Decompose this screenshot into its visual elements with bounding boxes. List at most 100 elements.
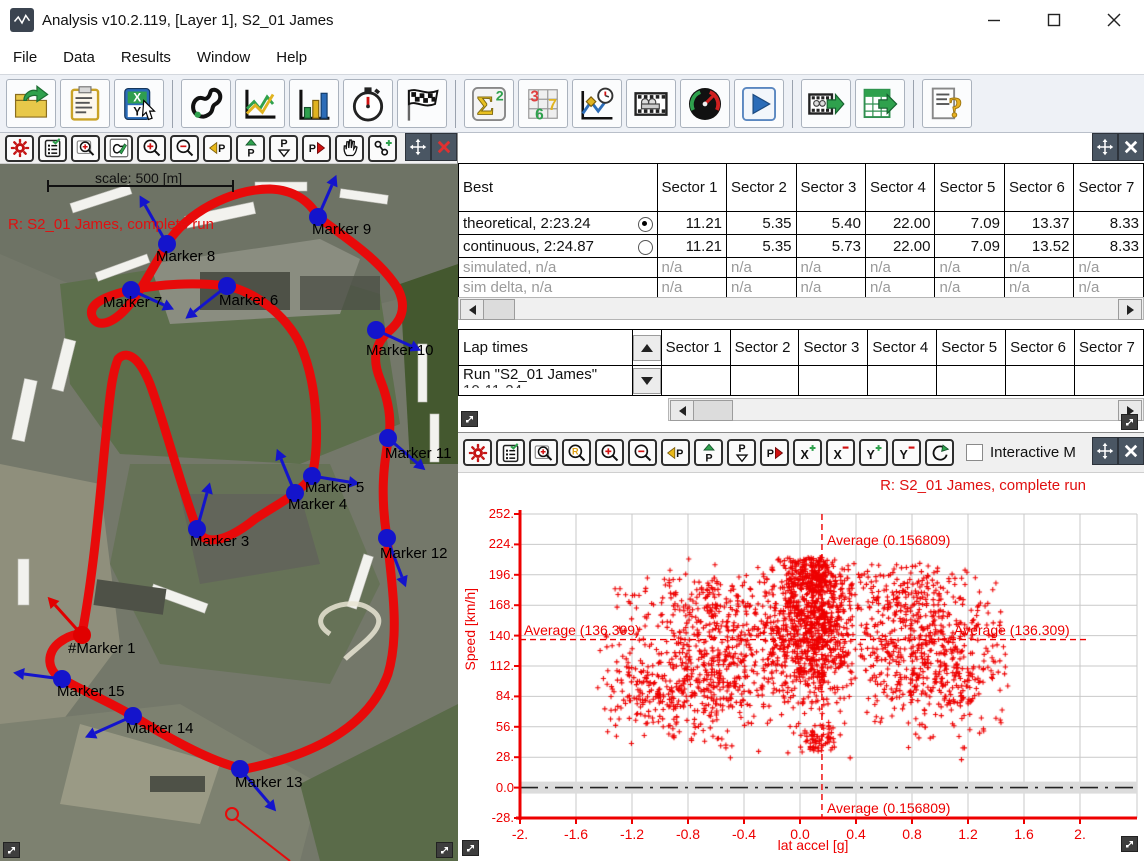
menu-results[interactable]: Results <box>108 43 184 72</box>
sector-value: 11.21 <box>657 235 726 258</box>
column-header: Sector 6 <box>1004 164 1073 212</box>
scroll-thumb[interactable] <box>483 299 515 320</box>
stopwatch-button[interactable] <box>343 79 393 128</box>
zoom-out-button[interactable] <box>628 439 657 466</box>
video-export-button[interactable] <box>801 79 851 128</box>
move-panel-button[interactable] <box>1092 437 1118 465</box>
y-tick-label: 140. <box>468 628 514 643</box>
toolbar-separator <box>172 80 173 128</box>
y-tick-label: 224. <box>468 536 514 551</box>
gear-icon <box>10 138 30 158</box>
scroll-thumb[interactable] <box>693 400 733 421</box>
close-button[interactable] <box>1084 0 1144 40</box>
close-panel-button[interactable] <box>431 133 457 161</box>
gear-button[interactable] <box>5 135 34 162</box>
minimize-button[interactable] <box>964 0 1024 40</box>
resize-grip-icon[interactable] <box>436 842 453 858</box>
p-next-button[interactable] <box>302 135 331 162</box>
add-node-button[interactable] <box>368 135 397 162</box>
y-minus-button[interactable] <box>892 439 921 466</box>
maximize-button[interactable] <box>1024 0 1084 40</box>
close-panel-button[interactable] <box>1118 437 1144 465</box>
main-toolbar <box>0 74 1144 133</box>
options-button[interactable] <box>496 439 525 466</box>
lap-sector-cell <box>1006 366 1075 396</box>
scroll-left-button[interactable] <box>670 400 694 421</box>
gear-button[interactable] <box>463 439 492 466</box>
bar-chart-button[interactable] <box>289 79 339 128</box>
sector-value: 5.35 <box>727 235 796 258</box>
track-button[interactable] <box>181 79 231 128</box>
help-button[interactable] <box>922 79 972 128</box>
hand-icon <box>340 138 360 158</box>
zoom-out-button[interactable] <box>170 135 199 162</box>
xy-measure-button[interactable] <box>114 79 164 128</box>
p-prev-button[interactable] <box>203 135 232 162</box>
menu-help[interactable]: Help <box>263 43 320 72</box>
sigma-button[interactable] <box>464 79 514 128</box>
horizontal-scrollbar[interactable] <box>668 398 1144 421</box>
y-plus-button[interactable] <box>859 439 888 466</box>
open-file-button[interactable] <box>6 79 56 128</box>
menu-file[interactable]: File <box>0 43 50 72</box>
scatter-points[interactable] <box>520 514 1137 818</box>
scroll-left-button[interactable] <box>460 299 484 320</box>
time-graph-button[interactable] <box>572 79 622 128</box>
res-grip-icon[interactable] <box>3 842 20 858</box>
video-button[interactable] <box>626 79 676 128</box>
x-average-label-top: Average (0.156809) <box>827 532 951 548</box>
resize-grip-icon[interactable] <box>461 411 478 427</box>
run-row-label[interactable]: Run "S2_01 James"10-11-24 <box>459 366 633 396</box>
zoom-in-button[interactable] <box>137 135 166 162</box>
x-tick-label: -1.2 <box>610 826 654 842</box>
move-panel-button[interactable] <box>405 133 431 161</box>
zoom-r-button[interactable] <box>562 439 591 466</box>
radio-selected[interactable] <box>638 217 653 232</box>
menu-window[interactable]: Window <box>184 43 263 72</box>
table-export-button[interactable] <box>855 79 905 128</box>
close-red-icon <box>435 138 453 156</box>
row-label[interactable]: continuous, 2:24.87 <box>459 235 658 258</box>
line-graph-button[interactable] <box>235 79 285 128</box>
p-prev-button[interactable] <box>661 439 690 466</box>
zoom-in-button[interactable] <box>595 439 624 466</box>
p-next-button[interactable] <box>760 439 789 466</box>
zoom-region-button[interactable] <box>529 439 558 466</box>
p-up-button[interactable] <box>236 135 265 162</box>
options-button[interactable] <box>38 135 67 162</box>
move-panel-button[interactable] <box>1092 133 1118 161</box>
map-toolbar <box>0 133 457 164</box>
scroll-right-button[interactable] <box>1118 299 1142 320</box>
resize-grip-icon[interactable] <box>1121 414 1138 430</box>
row-label[interactable]: theoretical, 2:23.24 <box>459 212 658 235</box>
radio-unselected[interactable] <box>638 240 653 255</box>
row-label[interactable]: simulated, n/a <box>459 258 658 278</box>
interactive-checkbox[interactable] <box>966 444 983 461</box>
flag-button[interactable] <box>397 79 447 128</box>
p-down-button[interactable] <box>269 135 298 162</box>
lap-scroll-down-button[interactable] <box>633 368 661 394</box>
hand-button[interactable] <box>335 135 364 162</box>
row-label[interactable]: sim delta, n/a <box>459 278 658 298</box>
options-icon <box>501 443 521 463</box>
play-button[interactable] <box>734 79 784 128</box>
zoom-region-button[interactable] <box>71 135 100 162</box>
track-edit-button[interactable] <box>104 135 133 162</box>
p-up-button[interactable] <box>694 439 723 466</box>
horizontal-scrollbar[interactable] <box>458 297 1144 320</box>
x-plus-button[interactable] <box>793 439 822 466</box>
report-button[interactable] <box>60 79 110 128</box>
resize-grip-icon[interactable] <box>1121 836 1138 852</box>
track-map[interactable]: #Marker 1Marker 3Marker 4Marker 5Marker … <box>0 164 458 861</box>
resize-grip-icon[interactable] <box>462 840 479 856</box>
lap-sector-cell <box>1075 366 1144 396</box>
x-minus-button[interactable] <box>826 439 855 466</box>
lap-scroll-up-button[interactable] <box>633 335 661 361</box>
undo-button[interactable] <box>925 439 954 466</box>
gauge-button[interactable] <box>680 79 730 128</box>
x-tick-label: 0.4 <box>834 826 878 842</box>
p-down-button[interactable] <box>727 439 756 466</box>
close-panel-button[interactable] <box>1118 133 1144 161</box>
menu-data[interactable]: Data <box>50 43 108 72</box>
num-grid-button[interactable] <box>518 79 568 128</box>
